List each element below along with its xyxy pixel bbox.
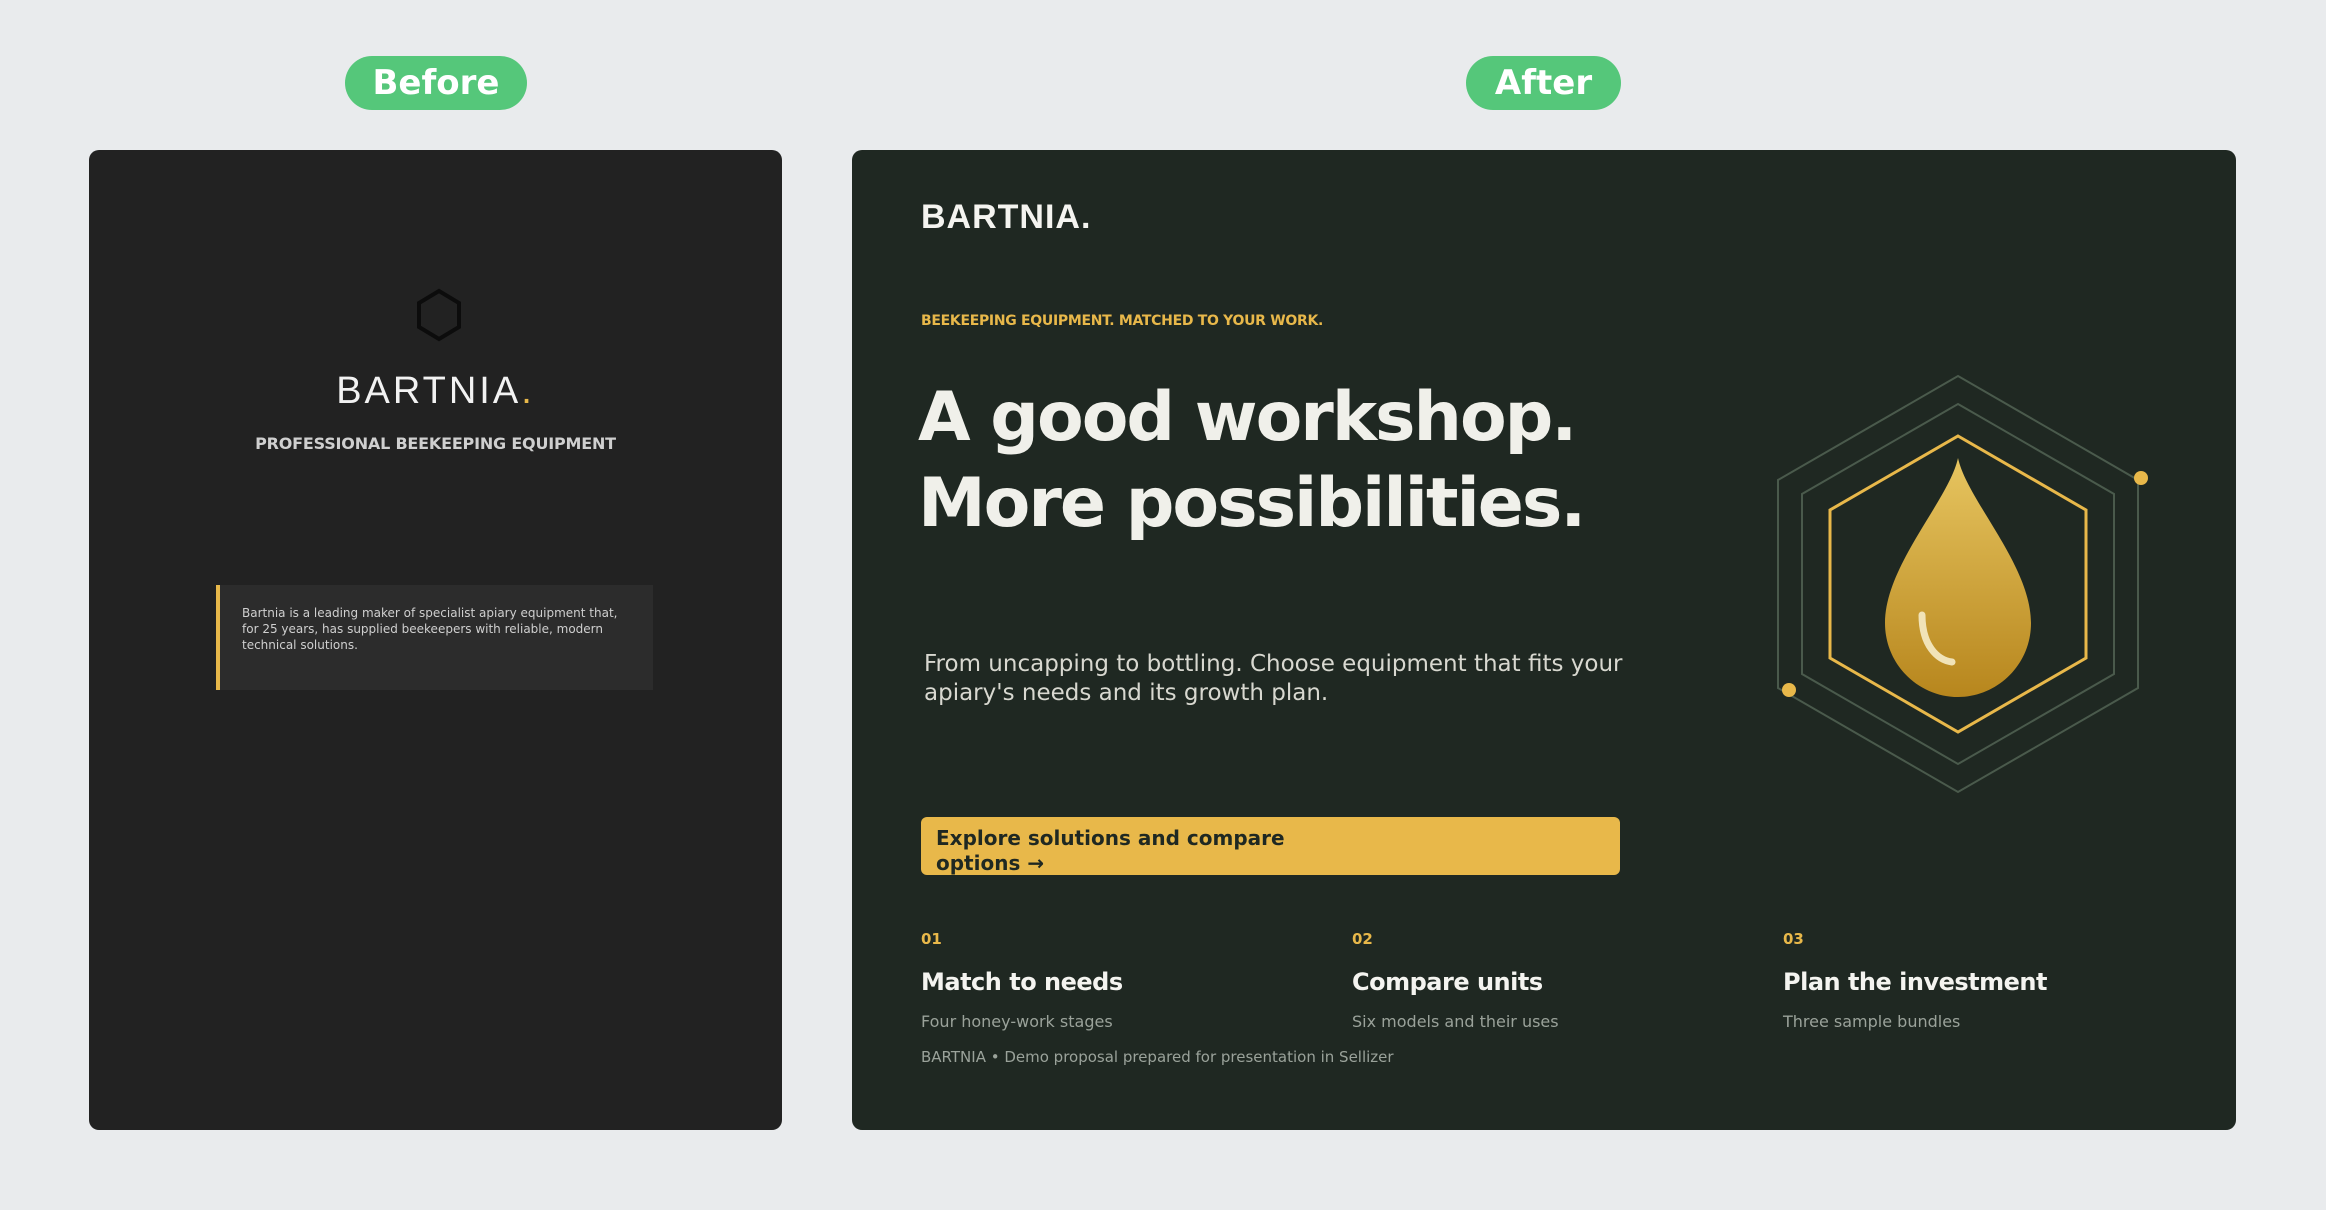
step-title: Plan the investment — [1783, 968, 2047, 996]
step-item: 02 Compare units Six models and their us… — [1352, 930, 1732, 1031]
headline-line-1: A good workshop. — [918, 378, 1577, 457]
before-quote-box: Bartnia is a leading maker of specialist… — [216, 585, 653, 690]
step-title: Match to needs — [921, 968, 1123, 996]
explore-solutions-button[interactable]: Explore solutions and compare options → — [921, 817, 1620, 875]
after-label: After — [1466, 56, 1621, 110]
step-number: 01 — [921, 930, 942, 948]
before-tagline: PROFESSIONAL BEEKEEPING EQUIPMENT — [255, 434, 616, 453]
step-number: 02 — [1352, 930, 1373, 948]
step-desc: Three sample bundles — [1783, 1012, 1961, 1031]
headline: A good workshop. More possibilities. — [918, 375, 1586, 547]
before-label: Before — [345, 56, 527, 110]
before-brand-name: BARTNIA — [336, 370, 522, 412]
step-desc: Four honey-work stages — [921, 1012, 1113, 1031]
before-slide: BARTNIA. PROFESSIONAL BEEKEEPING EQUIPME… — [89, 150, 782, 1130]
subcopy: From uncapping to bottling. Choose equip… — [924, 651, 1623, 706]
brand-logo: BARTNIA. — [921, 198, 1092, 236]
hexagon-outline-icon — [417, 288, 461, 342]
step-desc: Six models and their uses — [1352, 1012, 1559, 1031]
step-item: 03 Plan the investment Three sample bund… — [1783, 930, 2163, 1031]
kicker-text: BEEKEEPING EQUIPMENT. MATCHED TO YOUR WO… — [921, 313, 1324, 329]
before-brand-dot: . — [521, 370, 535, 412]
after-slide: BARTNIA. BEEKEEPING EQUIPMENT. MATCHED T… — [852, 150, 2236, 1130]
before-brand: BARTNIA. — [89, 370, 782, 413]
explore-solutions-label: Explore solutions and compare options → — [936, 826, 1285, 875]
step-item: 01 Match to needs Four honey-work stages — [921, 930, 1301, 1031]
honey-drop-hexagon-icon — [1777, 374, 2148, 794]
step-number: 03 — [1783, 930, 1804, 948]
step-title: Compare units — [1352, 968, 1543, 996]
headline-line-2: More possibilities. — [918, 464, 1586, 543]
footer-note: BARTNIA • Demo proposal prepared for pre… — [921, 1048, 1394, 1066]
before-quote-text: Bartnia is a leading maker of specialist… — [242, 606, 618, 652]
